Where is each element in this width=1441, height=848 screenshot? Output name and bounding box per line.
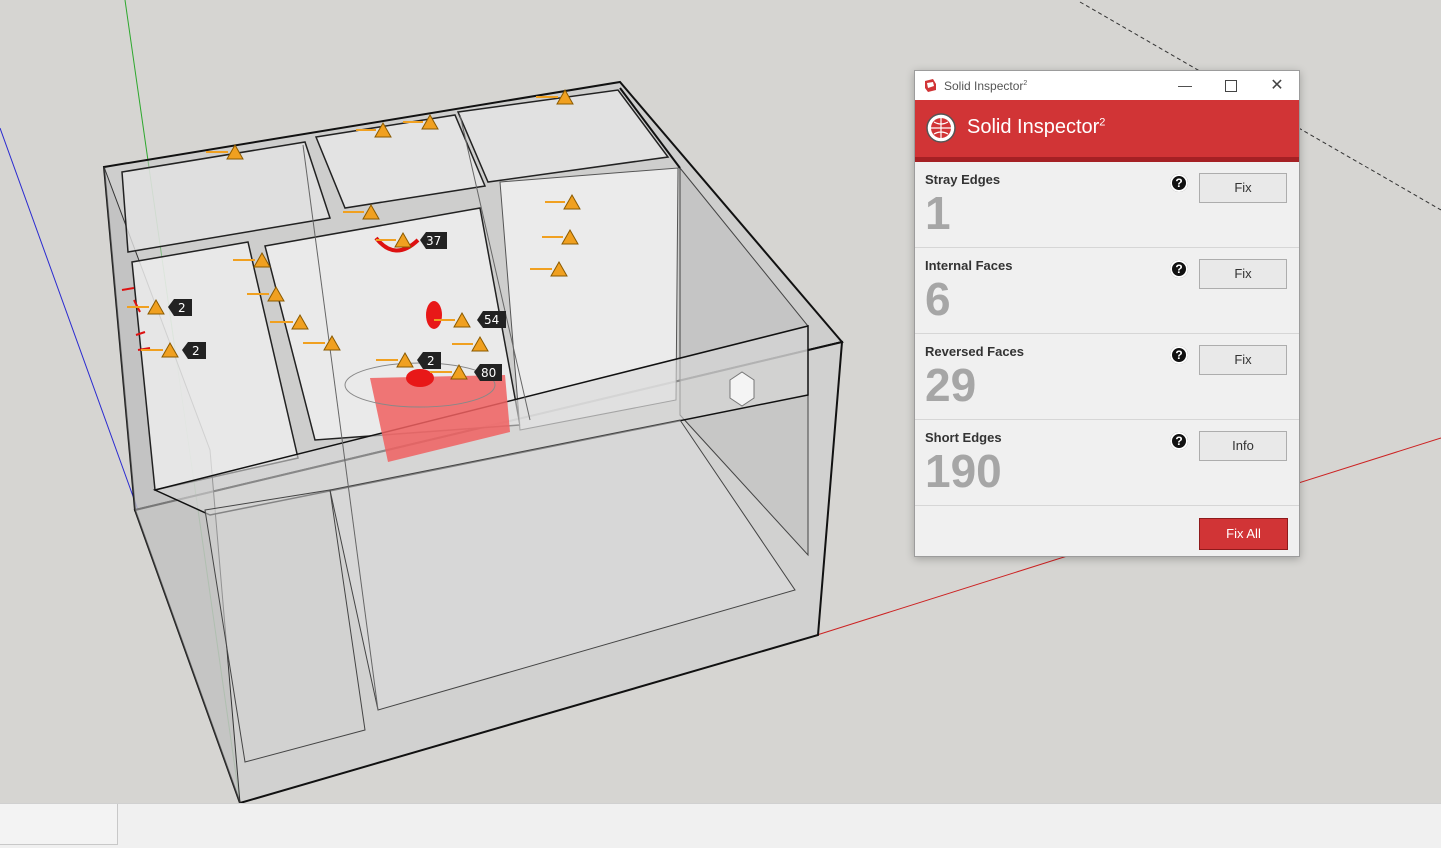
check-label: Reversed Faces xyxy=(925,344,1025,359)
sketchup-icon xyxy=(925,79,936,92)
count-callout-label: 2 xyxy=(427,354,435,368)
count-callout-label: 80 xyxy=(481,366,496,380)
inspector-footer: Fix All xyxy=(915,506,1299,560)
help-icon[interactable]: ? xyxy=(1170,432,1188,450)
inspector-header: Solid Inspector2 xyxy=(915,100,1299,162)
maximize-button[interactable] xyxy=(1208,71,1254,100)
red-blob-2 xyxy=(406,369,434,387)
minimize-button[interactable]: — xyxy=(1162,71,1208,100)
check-row-reversed-faces: Reversed Faces 29 ? Fix xyxy=(915,334,1299,420)
check-row-stray-edges: Stray Edges 1 ? Fix xyxy=(915,162,1299,248)
status-bar xyxy=(0,803,1441,848)
solid-inspector-window[interactable]: Solid Inspector2 — ✕ Solid Inspector2 St… xyxy=(914,70,1300,557)
small-cube xyxy=(729,371,755,407)
inspector-heading: Solid Inspector2 xyxy=(967,116,1106,138)
count-callout[interactable]: 54 xyxy=(477,311,506,328)
title-bar[interactable]: Solid Inspector2 — ✕ xyxy=(915,71,1299,100)
maximize-icon xyxy=(1225,80,1237,93)
fix-internal-faces-button[interactable]: Fix xyxy=(1199,259,1287,289)
check-row-internal-faces: Internal Faces 6 ? Fix xyxy=(915,248,1299,334)
check-count: 190 xyxy=(925,445,1002,497)
info-short-edges-button[interactable]: Info xyxy=(1199,431,1287,461)
fix-reversed-faces-button[interactable]: Fix xyxy=(1199,345,1287,375)
check-count: 29 xyxy=(925,359,977,411)
check-label: Short Edges xyxy=(925,430,1002,445)
solid-inspector-logo xyxy=(926,113,956,143)
help-icon[interactable]: ? xyxy=(1170,346,1188,364)
window-title: Solid Inspector2 xyxy=(944,79,1028,93)
fix-all-button[interactable]: Fix All xyxy=(1199,518,1288,550)
count-callout-label: 2 xyxy=(192,344,200,358)
status-bar-cell xyxy=(0,804,118,845)
count-callout-label: 37 xyxy=(426,234,441,248)
check-row-short-edges: Short Edges 190 ? Info xyxy=(915,420,1299,506)
check-label: Stray Edges xyxy=(925,172,1001,187)
close-button[interactable]: ✕ xyxy=(1254,71,1300,100)
fix-stray-edges-button[interactable]: Fix xyxy=(1199,173,1287,203)
check-label: Internal Faces xyxy=(925,258,1013,273)
check-count: 6 xyxy=(925,273,951,325)
count-callout-label: 2 xyxy=(178,301,186,315)
help-icon[interactable]: ? xyxy=(1170,260,1188,278)
help-icon[interactable]: ? xyxy=(1170,174,1188,192)
check-count: 1 xyxy=(925,187,951,239)
red-blob-1 xyxy=(426,301,442,329)
count-callout-label: 54 xyxy=(484,313,499,327)
